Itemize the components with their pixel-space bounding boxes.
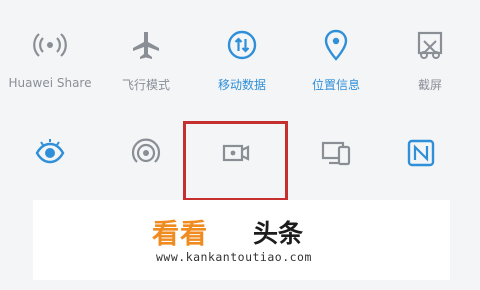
tile-multi-screen[interactable] <box>288 136 384 170</box>
location-icon <box>324 29 348 61</box>
tile-label: 移动数据 <box>217 78 266 92</box>
tile-eye-comfort[interactable] <box>2 136 98 170</box>
brand-logo-black: 头条 <box>253 219 304 248</box>
eye-comfort-icon <box>35 139 65 164</box>
tile-location[interactable]: 位置信息 <box>288 28 384 93</box>
nfc-icon <box>407 139 435 167</box>
tile-airplane-mode[interactable]: 飞行模式 <box>98 28 194 93</box>
huawei-share-icon <box>33 33 67 57</box>
quick-settings-panel: Huawei Share 飞行模式 移动数据 位置信息 截屏 看看 头条 www… <box>0 0 480 290</box>
tile-label: 位置信息 <box>311 78 360 92</box>
tile-mobile-data[interactable]: 移动数据 <box>194 28 290 93</box>
brand-url: www.kankantoutiao.com <box>156 250 312 264</box>
hotspot-icon <box>131 138 161 163</box>
airplane-icon <box>133 32 159 59</box>
tile-screenshot[interactable]: 截屏 <box>382 28 478 93</box>
tile-label: 飞行模式 <box>121 78 170 92</box>
tile-huawei-share[interactable]: Huawei Share <box>2 28 98 90</box>
tile-hotspot[interactable] <box>98 136 194 170</box>
tile-label: Huawei Share <box>8 76 92 90</box>
screen-record-highlight-box <box>183 121 288 201</box>
tile-label: 截屏 <box>417 78 442 92</box>
mobile-data-icon <box>227 30 257 60</box>
tile-nfc[interactable] <box>373 136 469 170</box>
watermark-banner <box>33 200 450 280</box>
multi-screen-icon <box>321 141 351 166</box>
brand-logo-orange: 看看 <box>152 219 208 250</box>
screenshot-icon <box>417 31 443 59</box>
